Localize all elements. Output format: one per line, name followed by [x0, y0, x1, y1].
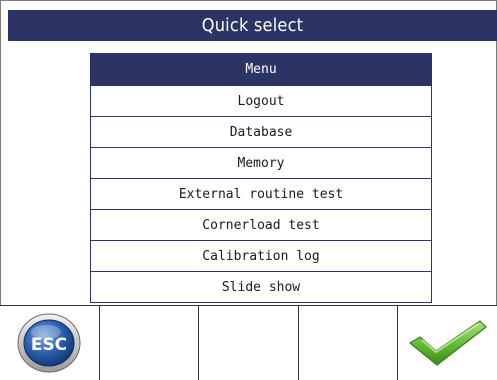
menu-item-label: External routine test — [178, 186, 344, 202]
checkmark-icon — [409, 320, 487, 366]
esc-softkey[interactable]: ESC — [0, 306, 100, 380]
softkey-2[interactable] — [99, 306, 200, 380]
menu-item-slide-show[interactable]: Slide show — [91, 271, 431, 302]
menu-item-calibration-log[interactable]: Calibration log — [91, 240, 431, 271]
menu-item-database[interactable]: Database — [91, 116, 431, 147]
menu-item-label: Slide show — [221, 279, 301, 295]
menu-item-external-routine-test[interactable]: External routine test — [91, 178, 431, 209]
softkey-bar: ESC — [0, 305, 497, 380]
menu-item-label: Database — [229, 124, 293, 140]
quick-select-menu: Menu Logout Database Memory External rou… — [90, 53, 432, 303]
menu-item-logout[interactable]: Logout — [91, 85, 431, 116]
menu-item-label: Logout — [237, 93, 285, 109]
page-title: Quick select — [201, 15, 304, 36]
ok-softkey[interactable] — [398, 306, 497, 380]
menu-item-label: Memory — [237, 155, 285, 171]
menu-item-label: Cornerload test — [202, 217, 320, 233]
softkey-3[interactable] — [199, 306, 299, 380]
menu-item-cornerload-test[interactable]: Cornerload test — [91, 209, 431, 240]
esc-icon: ESC — [17, 313, 81, 373]
esc-label: ESC — [31, 335, 67, 355]
title-bar: Quick select — [8, 10, 497, 41]
menu-item-label: Menu — [245, 62, 277, 77]
menu-item-menu[interactable]: Menu — [91, 54, 431, 85]
softkey-4[interactable] — [298, 306, 399, 380]
menu-item-label: Calibration log — [202, 248, 320, 264]
menu-item-memory[interactable]: Memory — [91, 147, 431, 178]
